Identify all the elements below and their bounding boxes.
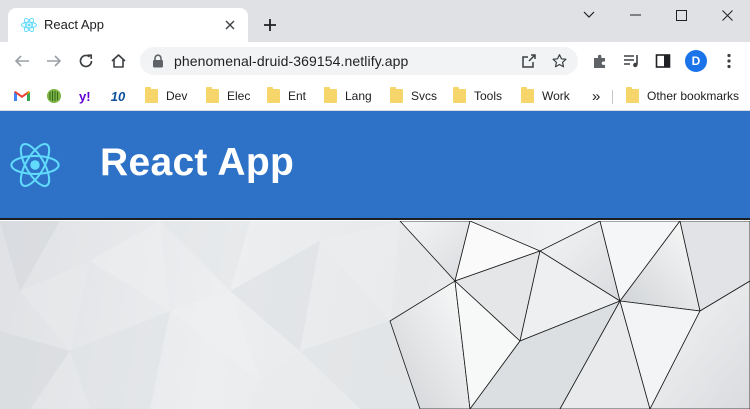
bookmark-folder-lang[interactable]: Lang — [322, 85, 372, 107]
folder-icon — [266, 87, 280, 103]
new-tab-icon[interactable] — [259, 14, 281, 36]
folder-icon — [205, 87, 219, 103]
bookmark-folder-ent[interactable]: Ent — [265, 85, 306, 107]
url-text: phenomenal-druid-369154.netlify.app — [174, 53, 409, 69]
bookmarks-overflow-button[interactable]: » — [592, 85, 600, 107]
media-queue-icon[interactable] — [621, 50, 643, 72]
bookmark-sheets[interactable] — [46, 85, 69, 107]
browser-tab[interactable]: React App — [8, 8, 248, 42]
geometric-pattern-image — [0, 221, 750, 409]
bookmark-folder-dev[interactable]: Dev — [143, 85, 187, 107]
bookmark-label: Ent — [288, 89, 307, 103]
folder-icon — [144, 87, 158, 103]
bookmarks-bar: y! 10 Dev Elec Ent Lang Svcs Tools Work … — [0, 80, 750, 111]
share-icon[interactable] — [518, 50, 540, 72]
other-bookmarks-label: Other bookmarks — [647, 89, 740, 103]
bookmark-label: Work — [542, 89, 570, 103]
bookmark-folder-elec[interactable]: Elec — [204, 85, 250, 107]
tab-search-chevron-icon[interactable] — [566, 0, 612, 30]
tab-title: React App — [44, 17, 104, 32]
react-favicon-icon — [21, 17, 37, 33]
folder-icon — [452, 87, 466, 103]
folder-icon — [389, 87, 403, 103]
side-panel-icon[interactable] — [652, 50, 674, 72]
bookmark-label: Lang — [345, 89, 372, 103]
gmail-icon — [14, 91, 30, 101]
bookmark-label: Svcs — [411, 89, 438, 103]
spreadsheet-icon — [47, 89, 61, 103]
minimize-icon[interactable] — [612, 0, 658, 30]
bookmark-folder-svcs[interactable]: Svcs — [388, 85, 437, 107]
close-tab-icon[interactable] — [220, 15, 240, 35]
yahoo-icon: y! — [78, 88, 94, 104]
bookmark-other-bookmarks[interactable]: Other bookmarks — [624, 85, 739, 107]
maximize-icon[interactable] — [658, 0, 704, 30]
back-arrow-icon[interactable] — [11, 50, 33, 72]
bookmark-folder-tools[interactable]: Tools — [451, 85, 502, 107]
bookmarks-divider — [612, 90, 613, 104]
bookmark-folder-work[interactable]: Work — [519, 85, 570, 107]
menu-kebab-icon[interactable] — [718, 50, 740, 72]
bookmark-label: Dev — [166, 89, 188, 103]
folder-icon — [520, 87, 534, 103]
home-icon[interactable] — [107, 50, 129, 72]
ten-icon: 10 — [110, 88, 126, 104]
hero-background-image — [0, 221, 750, 409]
page-title: React App — [100, 141, 295, 184]
reload-icon[interactable] — [75, 50, 97, 72]
app-header: React App — [0, 111, 750, 220]
folder-icon — [625, 87, 639, 103]
bookmark-star-icon[interactable] — [548, 50, 570, 72]
extensions-puzzle-icon[interactable] — [589, 50, 611, 72]
svg-text:y!: y! — [79, 89, 91, 104]
address-bar[interactable]: phenomenal-druid-369154.netlify.app — [140, 47, 578, 75]
folder-icon — [323, 87, 337, 103]
profile-avatar[interactable]: D — [685, 50, 707, 72]
forward-arrow-icon[interactable] — [43, 50, 65, 72]
bookmark-yahoo[interactable]: y! — [78, 85, 101, 107]
bookmark-ten[interactable]: 10 — [108, 85, 135, 107]
close-window-icon[interactable] — [704, 0, 750, 30]
browser-toolbar: phenomenal-druid-369154.netlify.app D — [0, 42, 750, 80]
bookmark-label: Elec — [227, 89, 251, 103]
bookmark-label: Tools — [474, 89, 503, 103]
bookmark-gmail[interactable] — [14, 85, 37, 107]
lock-icon[interactable] — [152, 54, 164, 68]
tab-strip: React App — [0, 0, 750, 42]
react-logo-icon — [10, 143, 60, 187]
